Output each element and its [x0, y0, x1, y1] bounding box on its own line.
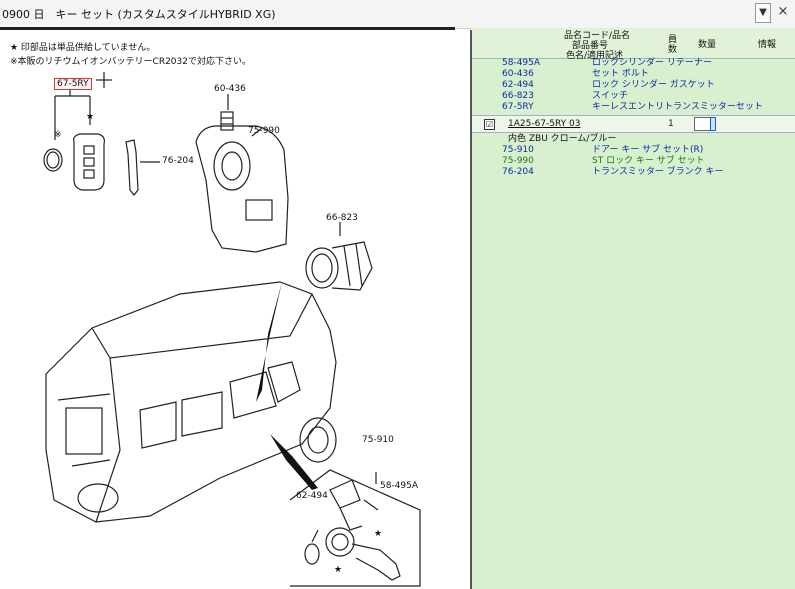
star-mark-key: ★	[374, 529, 383, 539]
part-name: ドアー キー サブ セット(R)	[592, 145, 704, 155]
part-code: 60-436	[502, 69, 534, 79]
part-name: ロックシリンダー リテーナー	[592, 58, 712, 68]
part-code: 75-990	[502, 156, 534, 166]
parts-rows: 58-495A ロックシリンダー リテーナー 60-436 セット ボルト 62…	[472, 58, 795, 178]
list-item[interactable]: 75-910 ドアー キー サブ セット(R)	[472, 145, 795, 156]
list-item[interactable]: 58-495A ロックシリンダー リテーナー	[472, 58, 795, 69]
star-mark-cylinder: ★	[334, 565, 343, 575]
list-item[interactable]: 62-494 ロック シリンダー ガスケット	[472, 80, 795, 91]
part-code: 58-495A	[502, 58, 541, 68]
color-description: 内色 ZBU クローム/ブルー	[508, 134, 617, 144]
window-title: 0900 日 キー セット (カスタムスタイルHYBRID XG)	[2, 8, 276, 21]
callout-blank-key[interactable]: 76-204	[162, 156, 194, 166]
parts-diagram[interactable]: ★ 印部品は単品供給していません。 ※本販のリチウムイオンバッテリーCR2032…	[0, 30, 472, 589]
part-name: ST ロック キー サブ セット	[592, 156, 705, 166]
close-icon[interactable]: ×	[775, 3, 791, 21]
row-checkbox[interactable]: ☑	[484, 119, 495, 130]
list-item[interactable]: 60-436 セット ボルト	[472, 69, 795, 80]
callout-lock-set[interactable]: 75-990	[248, 126, 280, 136]
list-item[interactable]: 76-204 トランスミッター ブランク キー	[472, 167, 795, 178]
parts-list[interactable]: 品名コード/品名 部品番号 色名/適用記述 員 数 数量 情報 58-495A …	[472, 28, 795, 589]
part-code: 62-494	[502, 80, 534, 90]
list-item[interactable]: 67-5RY キーレスエントリトランスミッターセット	[472, 102, 795, 113]
header-info: 情報	[758, 40, 777, 50]
list-item[interactable]: 66-823 スイッチ	[472, 91, 795, 102]
callout-door-set[interactable]: 75-910	[362, 435, 394, 445]
list-header: 品名コード/品名 部品番号 色名/適用記述 員 数 数量 情報	[472, 28, 795, 61]
selected-part-row[interactable]: ☑ 1A25-67-5RY 03 1	[472, 115, 795, 133]
window-titlebar: 0900 日 キー セット (カスタムスタイルHYBRID XG) ▼ ×	[0, 0, 795, 29]
part-name: キーレスエントリトランスミッターセット	[592, 102, 763, 112]
star-mark-transmitter: ★	[86, 112, 95, 122]
part-name: セット ボルト	[592, 69, 649, 79]
part-number: 1A25-67-5RY 03	[508, 119, 581, 129]
part-name: トランスミッター ブランク キー	[592, 167, 724, 177]
chevron-down-icon[interactable]: ▼	[755, 3, 771, 23]
callout-bolt[interactable]: 60-436	[214, 84, 246, 94]
part-code: 76-204	[502, 167, 534, 177]
part-count: 1	[668, 119, 674, 129]
callout-switch[interactable]: 66-823	[326, 213, 358, 223]
part-name: スイッチ	[592, 91, 629, 101]
part-code: 67-5RY	[502, 102, 534, 112]
callout-gasket[interactable]: 62-494	[296, 491, 328, 501]
callout-kit[interactable]: 67-5RY	[54, 78, 92, 90]
exploded-view-drawing	[43, 72, 421, 587]
header-count-2: 数	[668, 45, 678, 55]
part-code: 75-910	[502, 145, 534, 155]
callout-retainer[interactable]: 58-495A	[380, 481, 418, 491]
header-qty: 数量	[698, 40, 717, 50]
list-item[interactable]: 75-990 ST ロック キー サブ セット	[472, 156, 795, 167]
part-code: 66-823	[502, 91, 534, 101]
quantity-cursor	[710, 117, 716, 131]
part-name: ロック シリンダー ガスケット	[592, 80, 715, 90]
kome-mark: ※	[54, 130, 62, 140]
